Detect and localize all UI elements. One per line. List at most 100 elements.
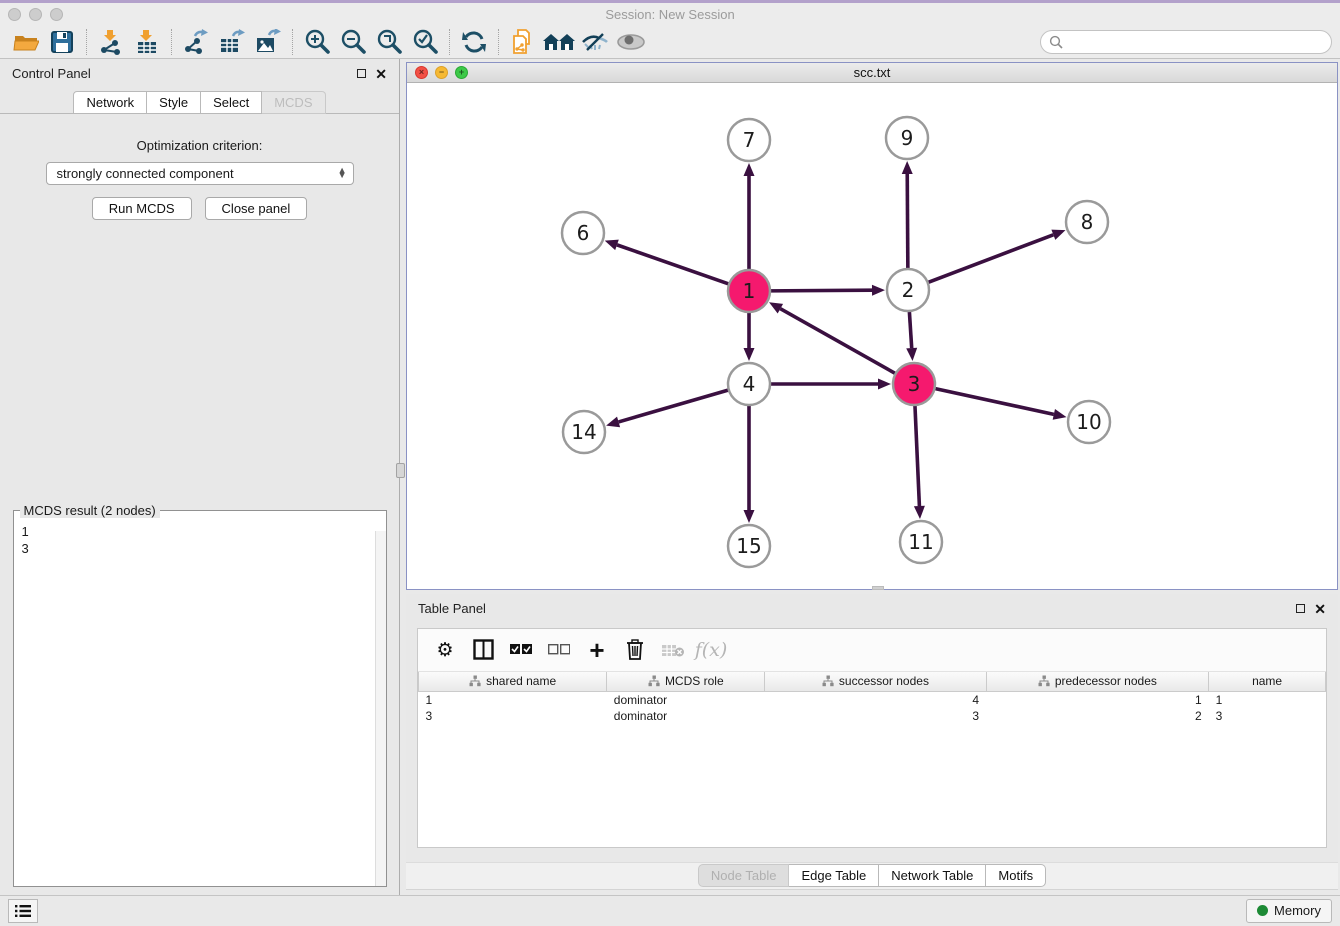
show-all-views-button[interactable]: [541, 27, 577, 57]
import-network-button[interactable]: [93, 27, 129, 57]
tab-motifs[interactable]: Motifs: [986, 864, 1046, 887]
graph-edge-1-6[interactable]: [617, 245, 730, 285]
export-table-button[interactable]: [214, 27, 250, 57]
column-header-mcds-role[interactable]: MCDS role: [607, 672, 765, 692]
mcds-result-text: 13: [14, 521, 386, 559]
task-history-button[interactable]: [8, 899, 38, 923]
export-image-icon: [255, 29, 282, 55]
zoom-selected-button[interactable]: [407, 27, 443, 57]
table-panel: Table Panel ✕ ⚙: [406, 594, 1338, 890]
run-mcds-button[interactable]: Run MCDS: [92, 197, 192, 220]
export-image-button[interactable]: [250, 27, 286, 57]
trash-icon: [626, 639, 644, 660]
result-scrollbar[interactable]: [375, 531, 386, 886]
list-icon: [14, 903, 32, 919]
save-session-button[interactable]: [44, 27, 80, 57]
table-cell[interactable]: 4: [765, 692, 986, 708]
network-view-window: × − + scc.txt 7968124314101511: [406, 62, 1338, 590]
column-header-shared-name[interactable]: shared name: [419, 672, 607, 692]
graph-edge-3-11[interactable]: [915, 404, 920, 506]
tab-edge-table[interactable]: Edge Table: [789, 864, 879, 887]
zoom-fit-button[interactable]: [371, 27, 407, 57]
table-cell[interactable]: 1: [1209, 692, 1326, 708]
import-network-icon: [98, 29, 124, 55]
column-header-predecessor-nodes[interactable]: predecessor nodes: [986, 672, 1209, 692]
graph-arrowhead: [744, 348, 755, 361]
graph-edge-2-9[interactable]: [907, 174, 908, 270]
control-panel-tabs: Network Style Select MCDS: [0, 91, 399, 114]
table-cell[interactable]: 3: [1209, 708, 1326, 724]
checked-boxes-icon: [510, 644, 532, 655]
graph-edge-4-14[interactable]: [619, 389, 730, 421]
houses-icon: [543, 30, 575, 54]
open-session-button[interactable]: [8, 27, 44, 57]
tab-style[interactable]: Style: [147, 91, 201, 114]
function-builder-button[interactable]: f(x): [694, 633, 728, 667]
table-panel-title: Table Panel: [418, 601, 486, 616]
zoom-in-button[interactable]: [299, 27, 335, 57]
copy-network-view-button[interactable]: [505, 27, 541, 57]
search-field[interactable]: [1040, 30, 1332, 54]
column-header-name[interactable]: name: [1209, 672, 1326, 692]
table-cell[interactable]: 3: [765, 708, 986, 724]
export-network-button[interactable]: [178, 27, 214, 57]
tab-network-table[interactable]: Network Table: [879, 864, 986, 887]
table-cell[interactable]: dominator: [607, 708, 765, 724]
table-row[interactable]: 3dominator323: [419, 708, 1326, 724]
column-visibility-button[interactable]: [466, 633, 500, 667]
float-table-panel-icon[interactable]: [1296, 604, 1305, 613]
network-graph[interactable]: 7968124314101511: [407, 83, 1334, 584]
table-cell[interactable]: 1: [419, 692, 607, 708]
main-toolbar: [0, 26, 1340, 59]
mcds-result-line: 1: [22, 523, 378, 540]
copy-network-icon: [510, 28, 536, 56]
network-resize-grip[interactable]: [872, 586, 884, 590]
close-table-panel-icon[interactable]: ✕: [1314, 602, 1326, 616]
hide-view-button[interactable]: [577, 27, 613, 57]
table-row[interactable]: 1dominator411: [419, 692, 1326, 708]
tab-node-table[interactable]: Node Table: [698, 864, 790, 887]
close-panel-button[interactable]: Close panel: [205, 197, 308, 220]
graph-node-label: 10: [1076, 410, 1101, 434]
memory-button[interactable]: Memory: [1246, 899, 1332, 923]
export-network-icon: [183, 29, 209, 55]
close-panel-icon[interactable]: ✕: [375, 67, 387, 81]
deselect-all-rows-button[interactable]: [542, 633, 576, 667]
float-panel-icon[interactable]: [357, 69, 366, 78]
graph-arrowhead: [744, 510, 755, 523]
search-input[interactable]: [1069, 34, 1323, 49]
graph-edge-3-1[interactable]: [780, 308, 896, 374]
add-column-button[interactable]: +: [580, 633, 614, 667]
network-canvas[interactable]: 7968124314101511: [407, 83, 1337, 589]
import-table-button[interactable]: [129, 27, 165, 57]
network-window-titlebar[interactable]: × − + scc.txt: [407, 63, 1337, 83]
table-cell[interactable]: 2: [986, 708, 1209, 724]
import-table-icon: [134, 29, 160, 55]
column-header-successor-nodes[interactable]: successor nodes: [765, 672, 986, 692]
table-cell[interactable]: 3: [419, 708, 607, 724]
graph-edge-2-3[interactable]: [909, 310, 911, 348]
tab-mcds[interactable]: MCDS: [262, 91, 325, 114]
search-icon: [1049, 35, 1063, 49]
network-window-title: scc.txt: [407, 65, 1337, 80]
tab-select[interactable]: Select: [201, 91, 262, 114]
memory-status-icon: [1257, 905, 1268, 916]
graph-arrowhead: [872, 284, 885, 295]
zoom-out-icon: [340, 28, 367, 55]
zoom-in-icon: [304, 28, 331, 55]
delete-table-button[interactable]: [656, 633, 690, 667]
table-cell[interactable]: 1: [986, 692, 1209, 708]
delete-column-button[interactable]: [618, 633, 652, 667]
graph-edge-2-8[interactable]: [927, 235, 1054, 283]
criterion-select[interactable]: strongly connected component ▲▼: [46, 162, 354, 185]
panel-splitter-grip[interactable]: [396, 463, 405, 478]
tab-network[interactable]: Network: [73, 91, 147, 114]
graph-edge-1-2[interactable]: [769, 290, 872, 291]
graph-edge-3-10[interactable]: [934, 388, 1054, 414]
show-view-button[interactable]: [613, 27, 649, 57]
table-cell[interactable]: dominator: [607, 692, 765, 708]
refresh-view-button[interactable]: [456, 27, 492, 57]
table-settings-button[interactable]: ⚙: [428, 633, 462, 667]
zoom-out-button[interactable]: [335, 27, 371, 57]
select-all-rows-button[interactable]: [504, 633, 538, 667]
